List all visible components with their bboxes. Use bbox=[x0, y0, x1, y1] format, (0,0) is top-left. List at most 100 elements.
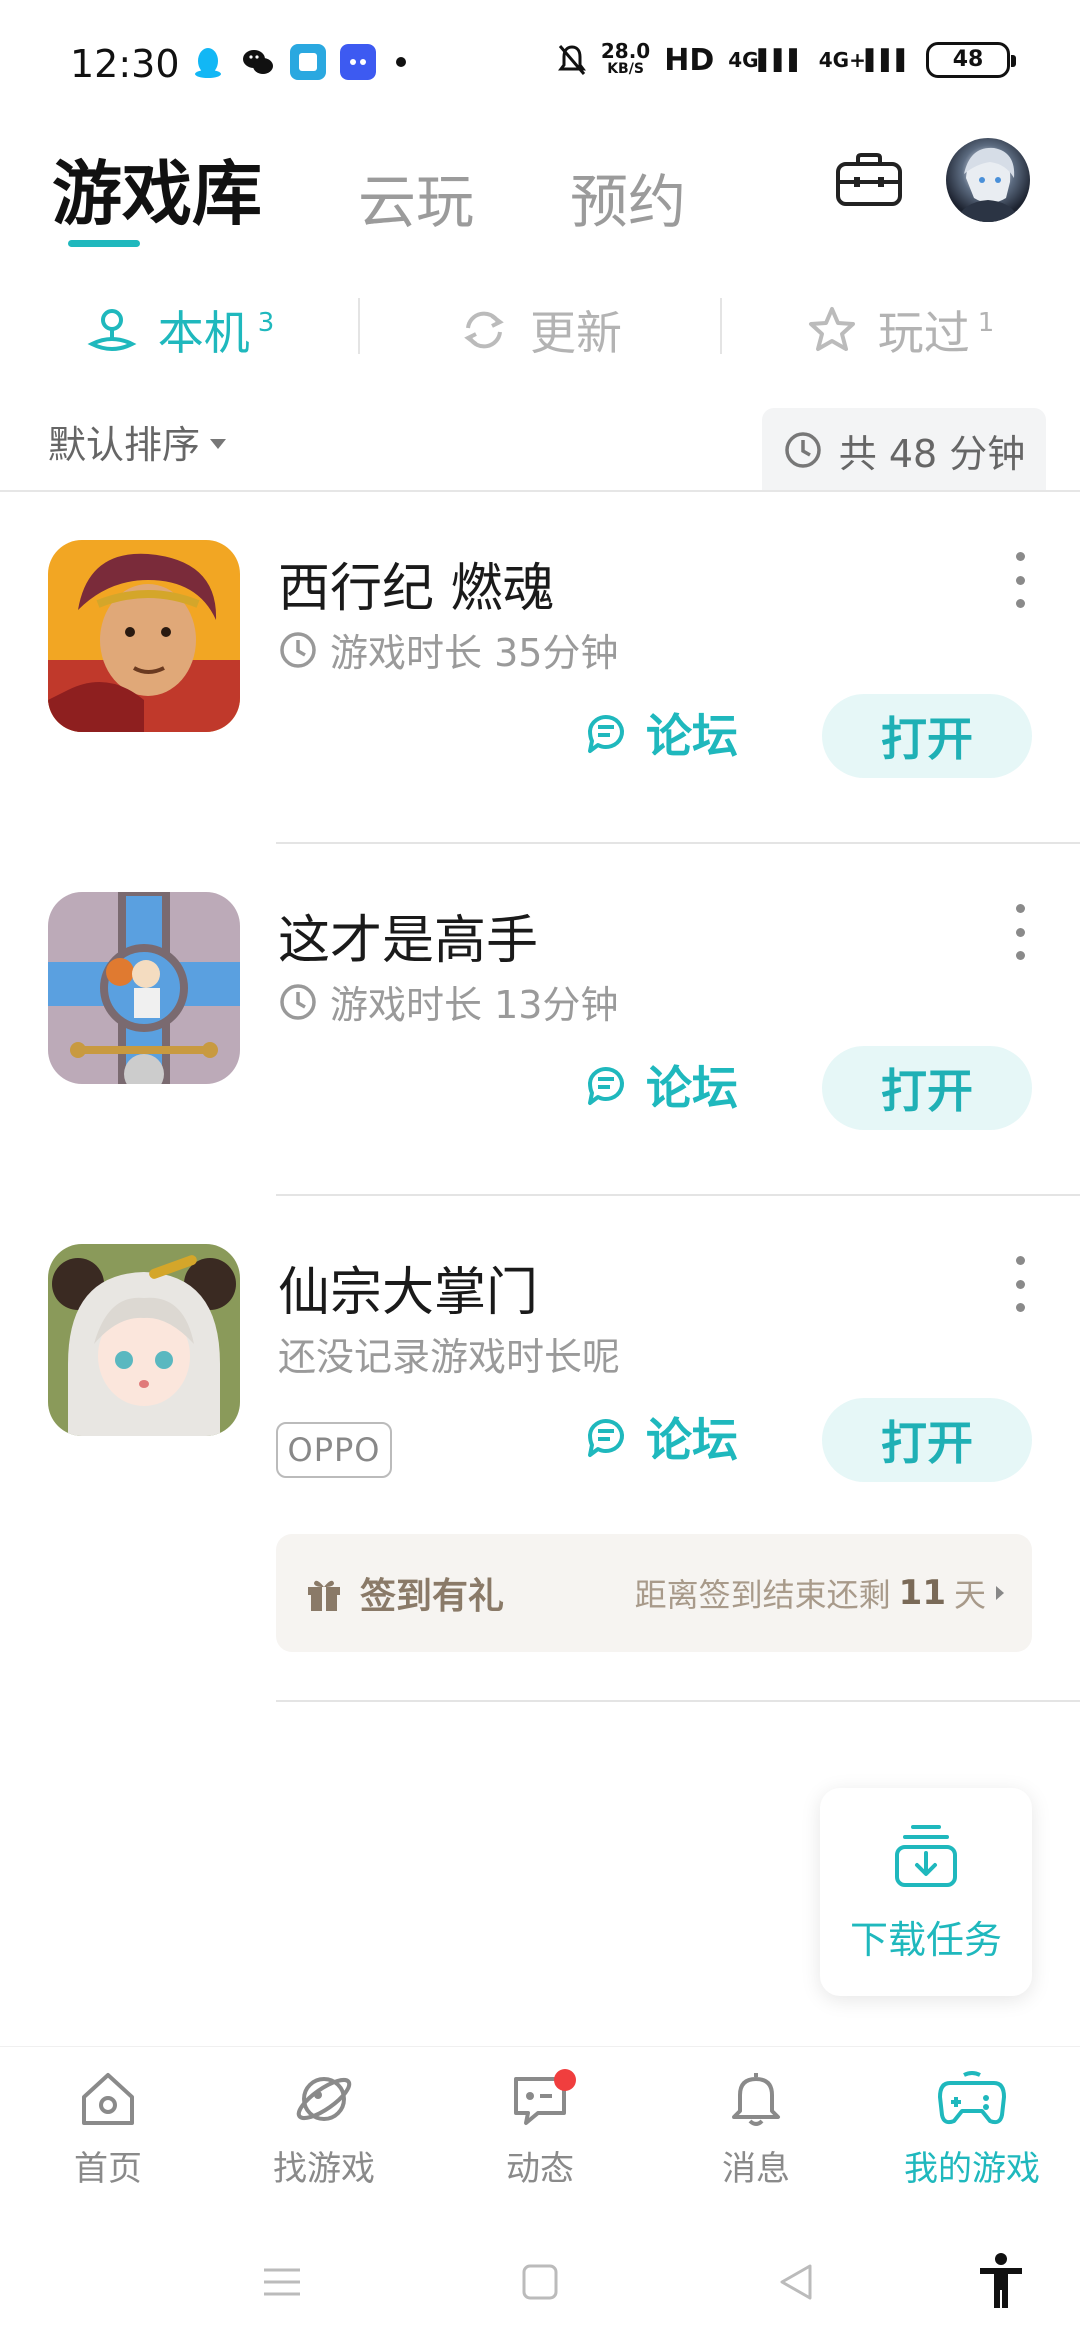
menu-icon[interactable] bbox=[262, 2262, 302, 2302]
game-cover-image bbox=[48, 892, 240, 1084]
subtab-divider bbox=[358, 298, 360, 354]
tab-cloud-play[interactable]: 云玩 bbox=[358, 155, 474, 239]
game-item[interactable]: 仙宗大掌门 还没记录游戏时长呢 OPPO 论坛 打开 bbox=[0, 1198, 1080, 1548]
playtime-text: 游戏时长 35分钟 bbox=[330, 631, 619, 675]
wechat-icon bbox=[243, 50, 273, 74]
status-time: 12:30 bbox=[70, 42, 180, 86]
game-item[interactable]: 西行纪 燃魂 游戏时长 35分钟 论坛 打开 bbox=[0, 494, 1080, 844]
system-nav-bar bbox=[0, 2246, 1080, 2340]
subtab-played-label: 玩过 bbox=[877, 306, 970, 360]
game-cover-image bbox=[48, 540, 240, 732]
nav-find-games[interactable]: 找游戏 bbox=[216, 2047, 432, 2246]
tab-underline bbox=[68, 240, 140, 247]
subtab-local-label: 本机 bbox=[157, 306, 250, 360]
total-playtime: 共 48 分钟 bbox=[762, 408, 1046, 492]
nav-my-games[interactable]: 我的游戏 bbox=[864, 2047, 1080, 2246]
playtime-text: 游戏时长 13分钟 bbox=[330, 983, 619, 1027]
game-icon[interactable] bbox=[48, 892, 240, 1084]
mute-bell-icon bbox=[557, 45, 586, 75]
accessibility-icon[interactable] bbox=[976, 2252, 1026, 2310]
game-icon[interactable] bbox=[48, 540, 240, 732]
battery-indicator: 48 bbox=[926, 42, 1016, 78]
forum-button[interactable]: 论坛 bbox=[582, 1404, 738, 1470]
home-icon bbox=[82, 2073, 134, 2125]
more-options-icon[interactable] bbox=[1012, 1256, 1028, 1312]
tab-game-library[interactable]: 游戏库 bbox=[52, 138, 262, 239]
game-playtime: 游戏时长 35分钟 bbox=[278, 622, 618, 677]
subtab-played[interactable]: 玩过 1 bbox=[720, 290, 1080, 370]
open-button[interactable]: 打开 bbox=[822, 694, 1032, 778]
refresh-icon bbox=[464, 311, 504, 349]
forum-label: 论坛 bbox=[646, 709, 738, 763]
open-button[interactable]: 打开 bbox=[822, 1398, 1032, 1482]
network-speed: 28.0 KB/S bbox=[600, 39, 651, 77]
game-playtime: 还没记录游戏时长呢 bbox=[278, 1326, 620, 1381]
back-icon[interactable] bbox=[776, 2262, 816, 2302]
forum-button[interactable]: 论坛 bbox=[582, 700, 738, 766]
nav-home[interactable]: 首页 bbox=[0, 2047, 216, 2246]
divider bbox=[0, 490, 1080, 492]
chat-app-icon bbox=[340, 44, 376, 80]
checkin-days: 11 bbox=[898, 1573, 946, 1613]
top-tabs: 游戏库 云玩 预约 bbox=[52, 138, 782, 239]
hd-indicator: HD bbox=[664, 42, 715, 78]
game-name: 西行纪 燃魂 bbox=[278, 559, 555, 619]
tab-reservation[interactable]: 预约 bbox=[570, 155, 686, 239]
sort-label: 默认排序 bbox=[48, 423, 201, 467]
divider bbox=[276, 842, 1080, 844]
forum-label: 论坛 bbox=[646, 1413, 738, 1467]
signal-2: 4G+▌▌▌ bbox=[818, 48, 912, 72]
nav-messages-label: 消息 bbox=[722, 2149, 790, 2189]
forum-button[interactable]: 论坛 bbox=[582, 1052, 738, 1118]
nav-find-games-label: 找游戏 bbox=[273, 2149, 375, 2189]
subtab-local-count: 3 bbox=[257, 308, 275, 338]
checkin-suffix: 天 bbox=[953, 1576, 986, 1614]
signal-1: 4G▌▌▌ bbox=[728, 48, 805, 72]
nav-feed-label: 动态 bbox=[506, 2149, 574, 2189]
game-item[interactable]: 这才是高手 游戏时长 13分钟 论坛 打开 bbox=[0, 846, 1080, 1196]
sort-dropdown[interactable]: 默认排序 bbox=[48, 414, 227, 469]
clock-icon bbox=[784, 432, 821, 468]
bell-icon bbox=[732, 2073, 780, 2126]
game-cover-image bbox=[48, 1244, 240, 1436]
planet-icon bbox=[296, 2077, 352, 2121]
subtab-update[interactable]: 更新 bbox=[360, 290, 720, 370]
notification-icons bbox=[190, 44, 406, 80]
game-name: 这才是高手 bbox=[278, 911, 539, 971]
download-tasks-button[interactable]: 下载任务 bbox=[820, 1788, 1032, 1996]
game-playtime: 游戏时长 13分钟 bbox=[278, 974, 618, 1029]
playtime-text: 还没记录游戏时长呢 bbox=[278, 1335, 621, 1379]
forum-label: 论坛 bbox=[646, 1061, 738, 1115]
star-icon bbox=[808, 307, 855, 351]
nav-my-games-label: 我的游戏 bbox=[904, 2149, 1040, 2189]
checkin-banner[interactable]: 签到有礼 距离签到结束还剩 11 天 bbox=[276, 1534, 1032, 1652]
nav-feed[interactable]: 动态 bbox=[432, 2047, 648, 2246]
divider bbox=[276, 1700, 1080, 1702]
checkin-prefix: 距离签到结束还剩 bbox=[634, 1576, 891, 1614]
download-tasks-label: 下载任务 bbox=[849, 1917, 1002, 1962]
sub-tabs: 本机 3 更新 玩过 1 bbox=[0, 290, 1080, 370]
more-options-icon[interactable] bbox=[1012, 904, 1028, 960]
game-icon[interactable] bbox=[48, 1244, 240, 1436]
nav-home-label: 首页 bbox=[74, 2149, 142, 2189]
clock-icon bbox=[280, 983, 316, 1020]
more-options-icon[interactable] bbox=[1012, 552, 1028, 608]
open-button[interactable]: 打开 bbox=[822, 1046, 1032, 1130]
gamepad-icon bbox=[938, 2071, 1006, 2125]
total-playtime-text: 共 48 分钟 bbox=[838, 431, 1026, 476]
subtab-local[interactable]: 本机 3 bbox=[0, 290, 360, 370]
game-name: 仙宗大掌门 bbox=[278, 1263, 539, 1323]
bottom-nav: 首页 找游戏 动态 消息 我的游戏 bbox=[0, 2046, 1080, 2246]
subtab-divider bbox=[720, 298, 722, 354]
home-square-icon[interactable] bbox=[520, 2262, 560, 2302]
toolbox-icon[interactable] bbox=[834, 150, 904, 210]
oppo-tag: OPPO bbox=[276, 1422, 392, 1478]
status-bar: 12:30 28.0 KB/S HD 4G▌▌▌ 4G+▌▌▌ 48 bbox=[0, 0, 1080, 130]
nav-messages[interactable]: 消息 bbox=[648, 2047, 864, 2246]
forum-icon bbox=[588, 715, 624, 753]
notification-badge bbox=[554, 2069, 576, 2091]
user-avatar[interactable] bbox=[946, 138, 1030, 222]
app-notification-icon bbox=[290, 44, 326, 80]
forum-icon bbox=[588, 1419, 624, 1457]
caret-down-icon bbox=[210, 438, 227, 449]
